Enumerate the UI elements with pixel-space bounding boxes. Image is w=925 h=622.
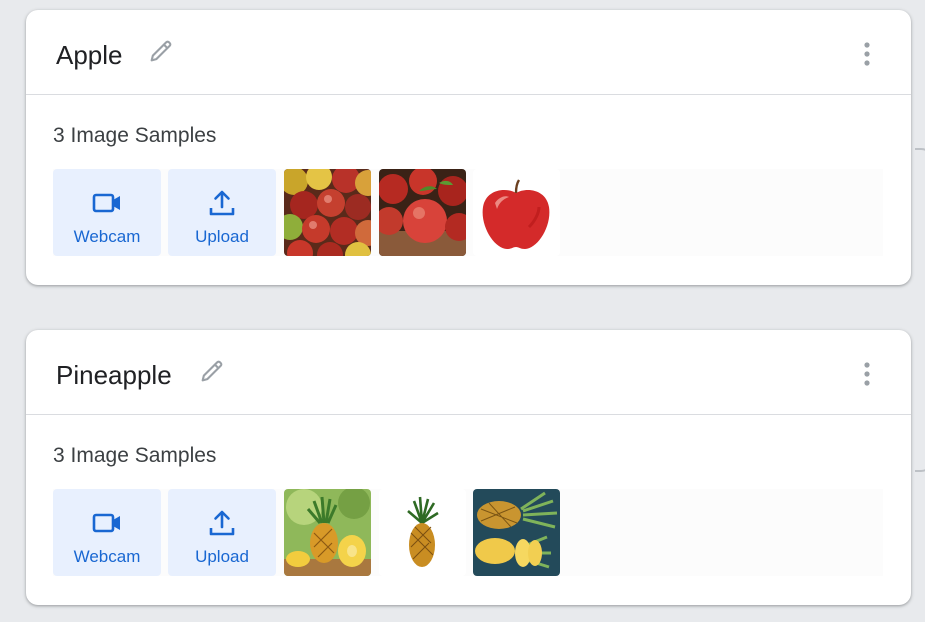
class-card-header: Pineapple (26, 330, 911, 415)
class-connector-bracket (915, 148, 925, 472)
class-card-header: Apple (26, 10, 911, 95)
sample-thumbnail-apple-pile[interactable] (284, 169, 371, 256)
sample-count: 3 Image Samples (53, 444, 217, 467)
samples-row: Webcam Upload (53, 169, 883, 256)
samples-row: Webcam Upload (53, 489, 883, 576)
upload-label: Upload (195, 547, 249, 566)
sample-thumbnail-whole-pineapple[interactable] (379, 489, 466, 576)
webcam-label: Webcam (73, 227, 141, 246)
upload-button[interactable]: Upload (168, 489, 276, 576)
more-vert-icon[interactable] (857, 360, 877, 388)
sample-thumbnail-single-apple[interactable] (473, 169, 560, 256)
upload-label: Upload (195, 227, 249, 246)
sample-thumbnail-pineapple-halves[interactable] (473, 489, 560, 576)
class-card-pineapple: Pineapple 3 Image Samples Webcam Upload (26, 330, 911, 605)
upload-icon (209, 190, 235, 216)
upload-button[interactable]: Upload (168, 169, 276, 256)
webcam-button[interactable]: Webcam (53, 169, 161, 256)
class-name[interactable]: Pineapple (56, 360, 172, 391)
class-card-apple: Apple 3 Image Samples Webcam Upload (26, 10, 911, 285)
webcam-button[interactable]: Webcam (53, 489, 161, 576)
sample-thumbnail-sliced-pineapple[interactable] (284, 489, 371, 576)
webcam-label: Webcam (73, 547, 141, 566)
edit-icon[interactable] (198, 357, 226, 385)
webcam-icon (92, 513, 120, 533)
upload-icon (209, 510, 235, 536)
class-name[interactable]: Apple (56, 40, 123, 71)
more-vert-icon[interactable] (857, 40, 877, 68)
sample-count: 3 Image Samples (53, 124, 217, 147)
edit-icon[interactable] (147, 37, 175, 65)
webcam-icon (92, 193, 120, 213)
sample-thumbnail-red-apples[interactable] (379, 169, 466, 256)
